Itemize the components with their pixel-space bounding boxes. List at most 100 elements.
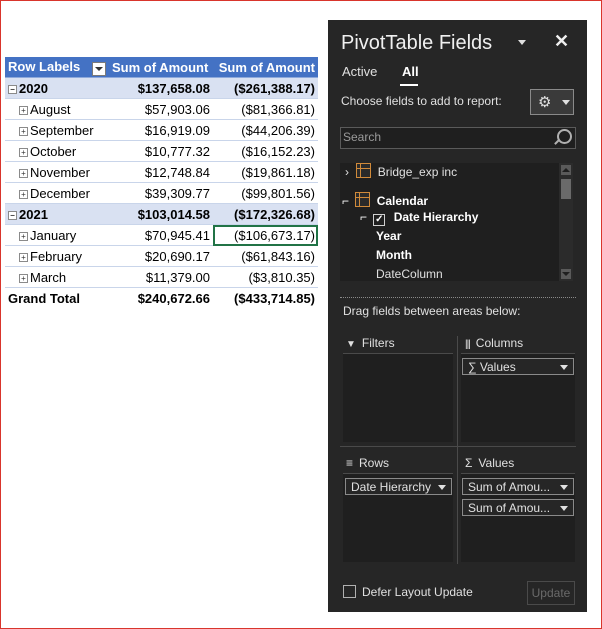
expand-icon[interactable]: + — [19, 273, 28, 283]
values-area-header: Σ Values — [465, 456, 514, 470]
amount-cell[interactable]: $70,945.41 — [109, 224, 213, 246]
table-icon — [355, 192, 371, 207]
hierarchy-collapse-arrow-icon[interactable]: ⌐ — [360, 210, 367, 224]
search-box[interactable] — [340, 127, 576, 149]
row-label: January — [30, 227, 77, 243]
defer-checkbox[interactable] — [343, 585, 356, 598]
chip-label: Sum of Amou... — [468, 480, 551, 494]
row-label-cell[interactable]: + March — [5, 266, 109, 288]
chip-label: ∑ Values — [468, 360, 516, 374]
collapse-icon[interactable]: − — [8, 210, 17, 220]
pane-divider[interactable] — [340, 297, 576, 298]
collapse-arrow-icon[interactable]: ⌐ — [342, 194, 349, 208]
row-label-cell[interactable]: + September — [5, 119, 109, 141]
amount-cell[interactable]: $11,379.00 — [109, 266, 213, 288]
sum-amount-header-2[interactable]: Sum of Amount — [213, 57, 318, 78]
filters-area-header: ▼ Filters — [346, 336, 395, 350]
amount-cell[interactable]: ($81,366.81) — [213, 98, 318, 120]
expand-icon[interactable]: + — [19, 147, 28, 157]
checkbox-checked-icon[interactable]: ✓ — [373, 214, 386, 226]
expand-arrow-icon[interactable]: › — [345, 165, 349, 179]
expand-icon[interactable]: + — [19, 189, 28, 199]
row-label: 2020 — [19, 80, 48, 96]
search-icon[interactable] — [557, 129, 572, 144]
values-sum-chip-2[interactable]: Sum of Amou... — [462, 499, 574, 516]
columns-values-chip[interactable]: ∑ Values — [462, 358, 574, 375]
amount-cell[interactable]: $57,903.06 — [109, 98, 213, 120]
tab-all[interactable]: All — [402, 64, 419, 79]
tools-button[interactable]: ⚙ — [530, 89, 574, 115]
chevron-down-icon[interactable] — [438, 485, 446, 490]
amount-cell[interactable]: ($19,861.18) — [213, 161, 318, 183]
field-label: Bridge_exp inc — [377, 165, 458, 179]
pivot-row-month: + March $11,379.00 ($3,810.35) — [5, 266, 318, 288]
amount-cell[interactable]: ($16,152.23) — [213, 140, 318, 162]
filter-dropdown-icon[interactable] — [92, 61, 106, 76]
scroll-thumb[interactable] — [561, 179, 571, 199]
amount-cell[interactable]: $20,690.17 — [109, 245, 213, 267]
values-sum-chip-1[interactable]: Sum of Amou... — [462, 478, 574, 495]
defer-layout-update[interactable]: Defer Layout Update — [343, 585, 473, 599]
grand-total-label[interactable]: Grand Total — [5, 287, 109, 308]
pane-options-chevron-down-icon[interactable] — [518, 40, 526, 45]
amount-cell[interactable]: $10,777.32 — [109, 140, 213, 162]
close-icon[interactable]: ✕ — [554, 31, 569, 52]
row-label: August — [30, 101, 71, 117]
row-label-cell[interactable]: + August — [5, 98, 109, 120]
field-date-hierarchy[interactable]: ⌐ ✓ Date Hierarchy — [360, 208, 478, 226]
amount-cell[interactable]: $137,658.08 — [109, 77, 213, 99]
expand-icon[interactable]: + — [19, 231, 28, 241]
expand-icon[interactable]: + — [19, 168, 28, 178]
rows-date-hierarchy-chip[interactable]: Date Hierarchy — [345, 478, 452, 495]
row-labels-header-text: Row Labels — [8, 58, 81, 74]
amount-cell[interactable]: ($261,388.17) — [213, 77, 318, 99]
sum-amount-header-1[interactable]: Sum of Amount — [109, 57, 213, 78]
field-table-bridge[interactable]: › Bridge_exp inc — [345, 163, 457, 181]
row-label-cell[interactable]: + February — [5, 245, 109, 267]
update-button[interactable]: Update — [527, 581, 575, 605]
row-label: December — [30, 185, 90, 201]
grand-total-cell[interactable]: ($433,714.85) — [213, 287, 318, 308]
amount-cell[interactable]: ($99,801.56) — [213, 182, 318, 204]
tab-active[interactable]: Active — [342, 64, 377, 79]
field-datecolumn[interactable]: DateColumn — [376, 265, 443, 281]
amount-cell[interactable]: ($172,326.68) — [213, 203, 318, 225]
filters-label: Filters — [361, 336, 395, 350]
scroll-up-icon[interactable] — [561, 165, 571, 175]
chevron-down-icon[interactable] — [560, 485, 568, 490]
amount-cell[interactable]: $39,309.77 — [109, 182, 213, 204]
collapse-icon[interactable]: − — [8, 84, 17, 94]
rows-area-header: ≡ Rows — [346, 456, 389, 470]
table-icon — [356, 163, 372, 178]
amount-cell[interactable]: ($3,810.35) — [213, 266, 318, 288]
row-label-cell[interactable]: −2021 — [5, 203, 109, 225]
amount-cell[interactable]: ($44,206.39) — [213, 119, 318, 141]
amount-cell[interactable]: $16,919.09 — [109, 119, 213, 141]
row-label-cell[interactable]: + November — [5, 161, 109, 183]
choose-fields-label: Choose fields to add to report: — [341, 94, 502, 108]
row-label: November — [30, 164, 90, 180]
chevron-down-icon[interactable] — [560, 506, 568, 511]
pivot-row-month: + August $57,903.06 ($81,366.81) — [5, 98, 318, 120]
field-label: Date Hierarchy — [393, 210, 479, 224]
row-labels-header[interactable]: Row Labels — [5, 57, 109, 78]
row-label-cell[interactable]: + January — [5, 224, 109, 246]
selected-cell[interactable]: ($106,673.17) — [213, 224, 318, 246]
row-label-cell[interactable]: −2020 — [5, 77, 109, 99]
expand-icon[interactable]: + — [19, 105, 28, 115]
field-month[interactable]: Month — [376, 246, 412, 264]
search-input[interactable] — [343, 129, 543, 145]
amount-cell[interactable]: ($61,843.16) — [213, 245, 318, 267]
filters-drop-area[interactable] — [343, 353, 453, 442]
row-label-cell[interactable]: + October — [5, 140, 109, 162]
field-year[interactable]: Year — [376, 227, 401, 245]
field-list-scrollbar[interactable] — [559, 163, 573, 281]
grand-total-cell[interactable]: $240,672.66 — [109, 287, 213, 308]
chevron-down-icon[interactable] — [560, 365, 568, 370]
expand-icon[interactable]: + — [19, 252, 28, 262]
scroll-down-icon[interactable] — [561, 269, 571, 279]
expand-icon[interactable]: + — [19, 126, 28, 136]
row-label-cell[interactable]: + December — [5, 182, 109, 204]
amount-cell[interactable]: $12,748.84 — [109, 161, 213, 183]
amount-cell[interactable]: $103,014.58 — [109, 203, 213, 225]
